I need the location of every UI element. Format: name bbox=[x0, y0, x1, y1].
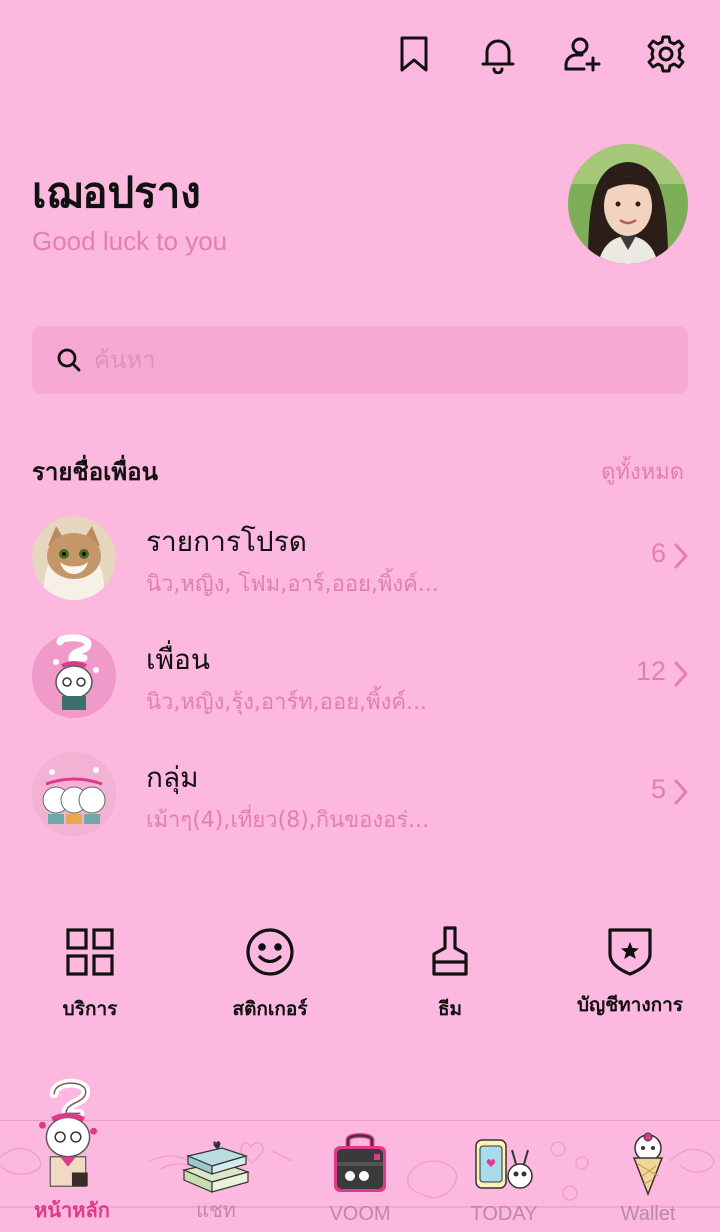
brush-icon bbox=[432, 926, 468, 976]
shortcut-themes[interactable]: ธีม bbox=[360, 924, 540, 1024]
list-item-title: เพื่อน bbox=[146, 643, 210, 676]
add-friend-icon[interactable] bbox=[558, 30, 606, 78]
list-item-members: นิว,หญิง, โฟม,อาร์,ออย,พิ้งค์... bbox=[146, 572, 439, 597]
today-phone-icon bbox=[475, 1139, 533, 1189]
search-icon bbox=[57, 348, 81, 372]
smiley-icon bbox=[246, 928, 294, 976]
tab-today[interactable]: TODAY bbox=[432, 1139, 576, 1226]
shortcut-label: บริการ bbox=[62, 998, 118, 1020]
tab-wallet[interactable]: Wallet bbox=[576, 1132, 720, 1226]
see-all-link[interactable]: ดูทั้งหมด bbox=[601, 454, 684, 489]
list-item-title: กลุ่ม bbox=[146, 761, 199, 794]
list-item-favorites[interactable]: รายการโปรด นิว,หญิง, โฟม,อาร์,ออย,พิ้งค์… bbox=[0, 516, 720, 616]
friends-thumbnail bbox=[32, 634, 116, 718]
tab-label: แชท bbox=[196, 1200, 236, 1222]
shield-star-icon bbox=[608, 928, 652, 976]
profile-name[interactable]: เฌอปราง bbox=[32, 160, 201, 226]
profile-status-message[interactable]: Good luck to you bbox=[32, 226, 227, 257]
search-bar[interactable] bbox=[32, 326, 688, 394]
shortcut-label: บัญชีทางการ bbox=[577, 994, 683, 1016]
top-toolbar bbox=[390, 30, 690, 78]
shortcut-official-accounts[interactable]: บัญชีทางการ bbox=[540, 924, 720, 1020]
shortcut-label: สติกเกอร์ bbox=[232, 998, 308, 1020]
tab-voom[interactable]: VOOM bbox=[288, 1133, 432, 1226]
tab-home[interactable]: หน้าหลัก bbox=[0, 1078, 144, 1226]
bell-icon[interactable] bbox=[474, 30, 522, 78]
chevron-right-icon bbox=[674, 661, 688, 687]
chevron-right-icon bbox=[674, 779, 688, 805]
voom-bag-icon bbox=[334, 1133, 386, 1192]
list-item-count: 5 bbox=[650, 774, 666, 804]
favorites-thumbnail bbox=[32, 516, 116, 600]
tab-label: Wallet bbox=[620, 1203, 676, 1225]
bottom-navigation: หน้าหลัก แชท VOOM TODAY Wallet bbox=[0, 1078, 720, 1232]
home-character-icon bbox=[38, 1078, 98, 1187]
bookmark-icon[interactable] bbox=[390, 30, 438, 78]
list-item-groups[interactable]: กลุ่ม เม้าๆ(4),เที่ยว(8),กินของอร่... 5 bbox=[0, 752, 720, 852]
tab-label: TODAY bbox=[470, 1203, 538, 1225]
list-item-count: 12 bbox=[635, 656, 666, 686]
tab-label: VOOM bbox=[329, 1203, 391, 1225]
list-item-members: เม้าๆ(4),เที่ยว(8),กินของอร่... bbox=[146, 808, 430, 833]
wallet-icecream-icon bbox=[632, 1132, 664, 1196]
gear-icon[interactable] bbox=[642, 30, 690, 78]
list-item-friends[interactable]: เพื่อน นิว,หญิง,รุ้ง,อาร์ท,ออย,พิ้งค์...… bbox=[0, 634, 720, 734]
shortcut-label: ธีม bbox=[437, 998, 463, 1020]
shortcut-row: บริการ สติกเกอร์ ธีม บัญชีทางการ bbox=[0, 924, 720, 1034]
grid-icon bbox=[66, 928, 114, 976]
shortcut-stickers[interactable]: สติกเกอร์ bbox=[180, 924, 360, 1024]
shortcut-services[interactable]: บริการ bbox=[0, 924, 180, 1024]
profile-avatar[interactable] bbox=[568, 144, 688, 264]
search-input[interactable] bbox=[94, 346, 594, 374]
friends-section-title: รายชื่อเพื่อน bbox=[32, 458, 158, 486]
chat-books-icon bbox=[182, 1141, 250, 1193]
list-item-title: รายการโปรด bbox=[146, 525, 307, 558]
groups-thumbnail bbox=[32, 752, 116, 836]
tab-chat[interactable]: แชท bbox=[144, 1141, 288, 1226]
list-item-members: นิว,หญิง,รุ้ง,อาร์ท,ออย,พิ้งค์... bbox=[146, 690, 428, 715]
chevron-right-icon bbox=[674, 543, 688, 569]
list-item-count: 6 bbox=[650, 538, 666, 568]
